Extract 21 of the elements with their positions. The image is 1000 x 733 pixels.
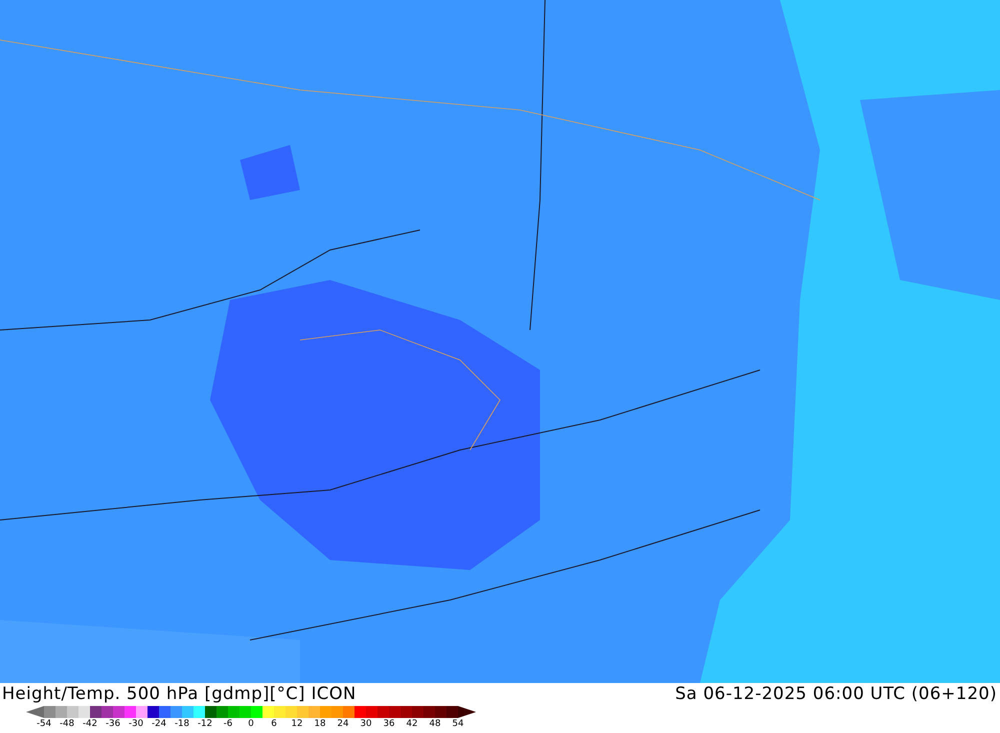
scale-label: -48 xyxy=(60,719,74,729)
map-title: Height/Temp. 500 hPa [gdmp][°C] ICON xyxy=(2,684,356,704)
scale-label: -42 xyxy=(82,719,98,729)
scale-label: 36 xyxy=(383,719,395,729)
valid-time: Sa 06-12-2025 06:00 UTC (06+120) xyxy=(675,684,997,704)
scale-label: 30 xyxy=(360,719,372,729)
scale-label: 6 xyxy=(271,719,277,729)
scale-label: 0 xyxy=(248,719,254,729)
scale-label: -18 xyxy=(174,719,190,729)
scale-label: 12 xyxy=(291,719,303,729)
scale-label: -24 xyxy=(152,719,166,729)
scale-label: -12 xyxy=(198,719,212,729)
scale-label: 54 xyxy=(452,719,464,729)
scale-label: 24 xyxy=(337,719,349,729)
scale-label: -36 xyxy=(106,719,120,729)
scale-label: 18 xyxy=(314,719,326,729)
scale-label: -30 xyxy=(128,719,144,729)
scale-label: -54 xyxy=(36,719,52,729)
scale-label: 48 xyxy=(429,719,441,729)
scale-label: -6 xyxy=(224,719,232,729)
scale-label: 42 xyxy=(406,719,418,729)
